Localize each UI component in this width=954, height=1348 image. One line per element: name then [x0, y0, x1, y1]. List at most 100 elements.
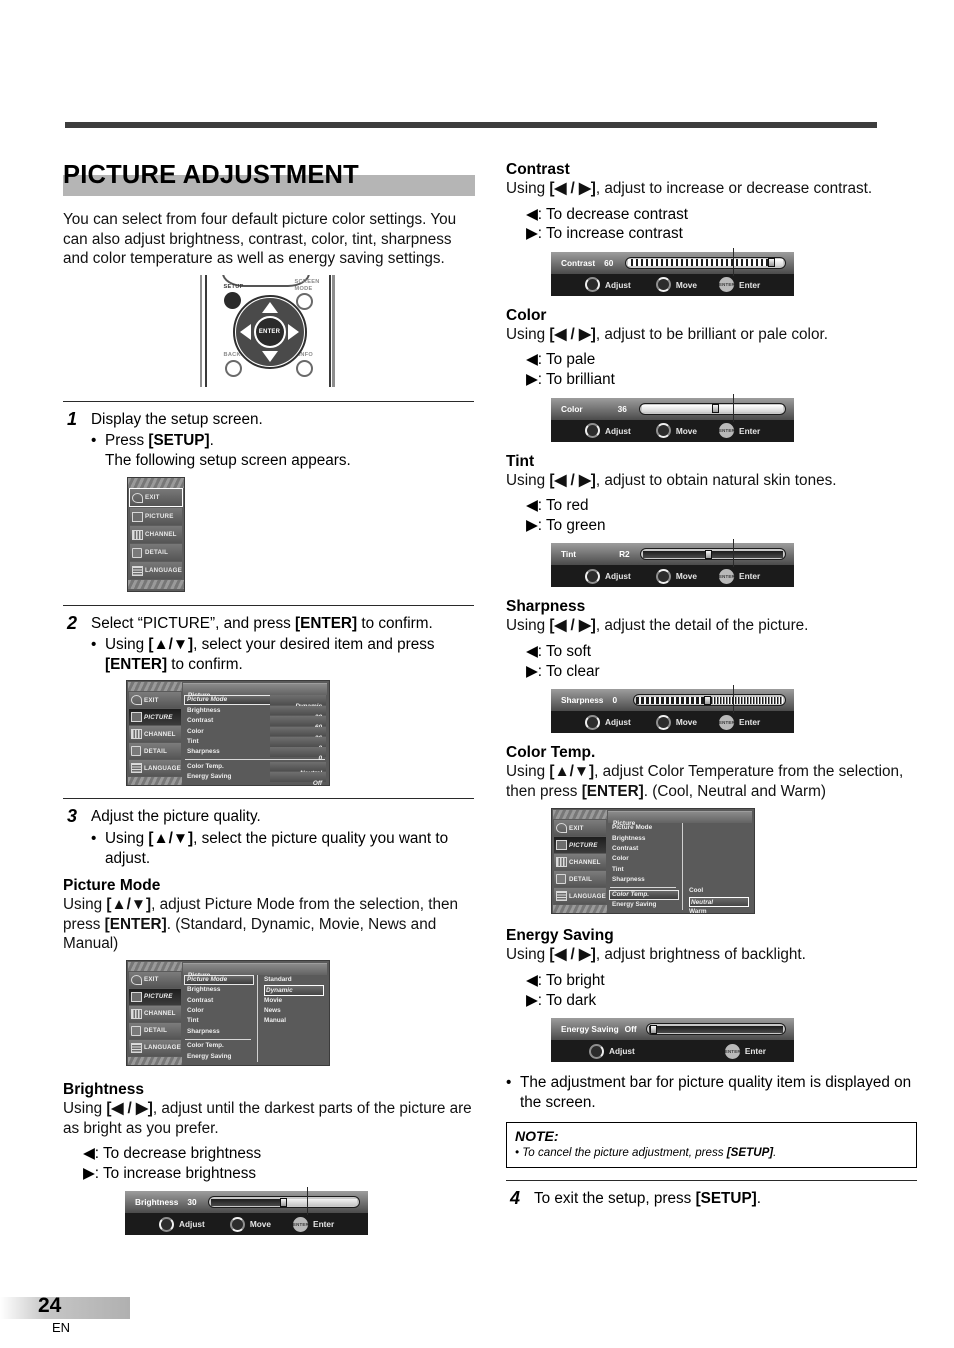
energy-saving-slider-track[interactable]	[645, 1023, 786, 1036]
detail-pages-icon	[556, 874, 567, 885]
menu-row-contrast[interactable]: Contrast 60	[183, 716, 327, 731]
menu-row-color-temp[interactable]: Color Temp. Neutral	[183, 761, 327, 777]
divider-step1-top	[63, 400, 474, 402]
menu-row-label: Color Temp.	[612, 890, 650, 898]
osd-bar-hints: Adjust Move ENTER Enter	[551, 711, 794, 734]
final-bullet: The adjustment bar for picture quality i…	[506, 1073, 917, 1112]
menu-row-tint[interactable]: Tint	[608, 865, 678, 875]
menu-row-brightness[interactable]: Brightness 30	[183, 705, 327, 721]
sidebar-item-language[interactable]: LANGUAGE	[554, 888, 606, 905]
enter-button-icon: ENTER	[719, 423, 735, 439]
menu-row-tint[interactable]: Tint	[183, 1016, 253, 1026]
sidebar-item-detail[interactable]: DETAIL	[129, 1022, 181, 1039]
sidebar-item-channel[interactable]: CHANNEL	[130, 525, 182, 543]
back-button[interactable]	[224, 359, 242, 377]
section-heading-brightness: Brightness	[63, 1080, 144, 1098]
osd-bar-sharpness: Sharpness 0 Adjust Move ENTER Enter	[551, 685, 794, 734]
step-3: 3 Adjust the picture quality. Using [▲/▼…	[63, 806, 474, 868]
dpad-up-icon[interactable]	[261, 301, 278, 313]
menu-row-label: Picture Mode	[612, 824, 653, 832]
menu-row-energy-saving[interactable]: Energy Saving	[183, 1052, 253, 1062]
contrast-slider-track[interactable]	[625, 256, 786, 269]
sidebar-item-detail[interactable]: DETAIL	[554, 871, 606, 888]
dpad-down-icon[interactable]	[261, 350, 278, 362]
hint-enter-label: Enter	[739, 717, 761, 728]
menu-row-picture-mode[interactable]: Picture Mode Dynamic	[183, 695, 327, 710]
option-neutral[interactable]: Neutral	[689, 896, 749, 908]
hint-enter: ENTER Enter	[719, 423, 760, 439]
osd-bar-value: Off	[624, 1024, 637, 1035]
menu-row-label: Tint	[187, 1017, 199, 1025]
remote-edge-right	[331, 274, 335, 387]
exit-arrow-icon	[132, 492, 143, 504]
dpad-right-icon[interactable]	[287, 323, 299, 340]
menu-row-color[interactable]: Color	[183, 1006, 253, 1016]
option-standard[interactable]: Standard	[264, 975, 324, 985]
option-movie[interactable]: Movie	[264, 996, 324, 1006]
sidebar-item-channel[interactable]: CHANNEL	[129, 1005, 181, 1022]
menu-row-energy-saving[interactable]: Energy Saving Off	[183, 772, 327, 787]
sidebar-item-channel[interactable]: CHANNEL	[129, 726, 181, 743]
sidebar-item-exit[interactable]: EXIT	[554, 820, 606, 837]
option-news[interactable]: News	[264, 1006, 324, 1016]
picture-menu-sidebar: EXIT PICTURE CHANNEL DETAIL LANGUAGE	[127, 681, 183, 786]
menu-row-brightness[interactable]: Brightness	[183, 985, 253, 995]
tint-slider-track[interactable]	[640, 548, 786, 561]
color-slider-track[interactable]	[638, 402, 786, 415]
picture-icon	[556, 840, 567, 851]
menu-row-color-temp[interactable]: Color Temp.	[183, 1041, 253, 1051]
menu-row-color-temp[interactable]: Color Temp.	[608, 889, 679, 900]
sidebar-item-exit[interactable]: EXIT	[129, 692, 181, 709]
menu-row-picture-mode[interactable]: Picture Mode	[608, 823, 678, 833]
osd-bar-value: 60	[604, 257, 614, 268]
left-right-ring-icon	[159, 1216, 174, 1232]
sidebar-item-language[interactable]: LANGUAGE	[129, 760, 181, 777]
osd-bar-label: Color	[561, 403, 583, 414]
sidebar-item-detail[interactable]: DETAIL	[129, 743, 181, 760]
menu-row-energy-saving[interactable]: Energy Saving	[608, 900, 678, 910]
page-language-code: EN	[52, 1320, 71, 1335]
sidebar-item-picture[interactable]: PICTURE	[554, 837, 606, 854]
remote-edge-left	[199, 274, 202, 387]
menu-row-sharpness[interactable]: Sharpness 0	[183, 747, 327, 762]
sidebar-item-channel[interactable]: CHANNEL	[554, 854, 606, 871]
brightness-slider-track[interactable]	[208, 1196, 360, 1209]
menu-row-tint[interactable]: Tint 0	[183, 736, 327, 752]
sidebar-item-language[interactable]: LANGUAGE	[130, 561, 182, 579]
sidebar-item-picture[interactable]: PICTURE	[130, 507, 182, 525]
menu-row-brightness[interactable]: Brightness	[608, 834, 678, 844]
step-4-text: To exit the setup, press [SETUP].	[534, 1190, 762, 1208]
setup-button[interactable]	[223, 291, 241, 309]
sidebar-item-exit-label: EXIT	[144, 696, 159, 704]
menu-row-sharpness[interactable]: Sharpness	[183, 1027, 253, 1037]
sidebar-item-language[interactable]: LANGUAGE	[129, 1039, 181, 1056]
menu-row-label: Brightness	[187, 706, 221, 714]
option-cool[interactable]: Cool	[689, 886, 749, 896]
sharpness-slider-track[interactable]	[633, 694, 786, 707]
menu-row-label: Picture Mode	[187, 975, 228, 983]
enter-button[interactable]: ENTER	[255, 317, 284, 346]
sidebar-item-exit[interactable]: EXIT	[129, 971, 181, 988]
option-manual[interactable]: Manual	[264, 1016, 324, 1026]
sidebar-item-picture[interactable]: PICTURE	[129, 709, 181, 726]
sidebar-item-picture[interactable]: PICTURE	[129, 988, 181, 1005]
option-dynamic[interactable]: Dynamic	[264, 985, 324, 996]
menu-row-color[interactable]: Color 36	[183, 726, 327, 742]
dpad-left-icon[interactable]	[239, 323, 251, 340]
picture-menu-osd: EXIT PICTURE CHANNEL DETAIL LANGUAGE Pic…	[126, 680, 330, 787]
option-warm[interactable]: Warm	[689, 907, 749, 917]
remote-control-illustration: SETUP SCREEN MODE BACK INFO ENTER	[197, 274, 340, 387]
sidebar-item-exit[interactable]: EXIT	[129, 487, 183, 507]
section-color-left-hint: ◀: To pale	[526, 351, 596, 369]
menu-row-contrast[interactable]: Contrast	[608, 844, 678, 854]
setup-button-label: SETUP	[223, 283, 244, 290]
section-body-tint: Using [◀ / ▶], adjust to obtain natural …	[506, 471, 837, 489]
enter-button-icon: ENTER	[724, 1043, 741, 1059]
menu-row-label: Contrast	[612, 845, 639, 853]
info-button[interactable]	[295, 359, 313, 377]
sidebar-item-detail[interactable]: DETAIL	[130, 543, 182, 561]
menu-row-contrast[interactable]: Contrast	[183, 996, 253, 1006]
menu-row-picture-mode[interactable]: Picture Mode	[183, 974, 254, 985]
menu-row-sharpness[interactable]: Sharpness	[608, 875, 678, 885]
menu-row-color[interactable]: Color	[608, 854, 678, 864]
